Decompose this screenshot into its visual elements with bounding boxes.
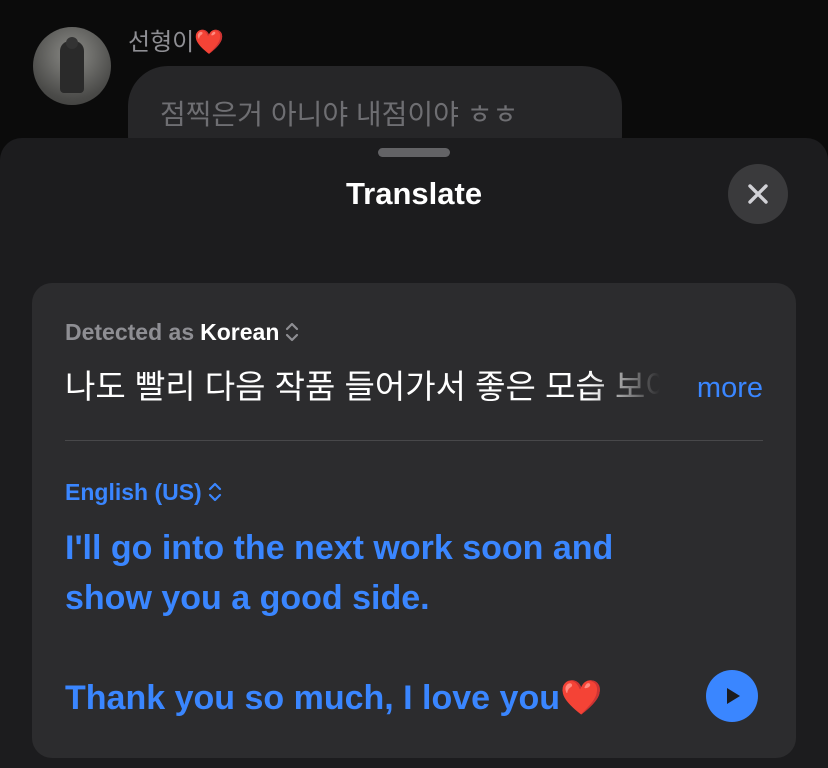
heart-emoji: ❤️ xyxy=(194,29,225,56)
translation-line-1: I'll go into the next work soon and show… xyxy=(65,529,614,617)
sheet-title: Translate xyxy=(345,176,483,211)
detected-language-row[interactable]: Detected as Korean xyxy=(65,317,299,347)
sheet-grabber[interactable] xyxy=(378,148,450,157)
divider xyxy=(65,440,763,441)
translated-text: I'll go into the next work soon and show… xyxy=(65,523,705,723)
target-language-selector[interactable]: English (US) xyxy=(65,477,222,507)
play-button[interactable] xyxy=(706,670,758,722)
sender-name-text: 선형이 xyxy=(128,29,195,56)
play-icon xyxy=(727,688,740,704)
message-text: 점찍은거 아니야 내점이야 ㅎㅎ xyxy=(160,99,519,130)
chevron-updown-icon xyxy=(285,322,299,342)
source-text: 나도 빨리 다음 작품 들어가서 좋은 모습 보여줄게 xyxy=(65,368,660,405)
target-language: English (US) xyxy=(65,478,202,505)
chevron-updown-icon xyxy=(208,482,222,502)
avatar[interactable] xyxy=(33,27,111,105)
close-button[interactable] xyxy=(728,164,788,224)
xmark-icon xyxy=(748,184,768,204)
source-language: Korean xyxy=(200,318,280,345)
avatar-head xyxy=(66,37,78,49)
translate-sheet: Translate Detected as Korean 나도 빨리 다음 작품… xyxy=(0,138,828,768)
translation-line-2: Thank you so much, I love you❤️ xyxy=(65,679,603,717)
sender-name: 선형이❤️ xyxy=(128,28,224,58)
more-button[interactable]: more xyxy=(697,369,763,407)
translation-card: Detected as Korean 나도 빨리 다음 작품 들어가서 좋은 모… xyxy=(32,283,796,758)
detected-label: Detected as xyxy=(65,318,195,345)
screen: 선형이❤️ 점찍은거 아니야 내점이야 ㅎㅎ Translate Detecte… xyxy=(0,0,828,768)
